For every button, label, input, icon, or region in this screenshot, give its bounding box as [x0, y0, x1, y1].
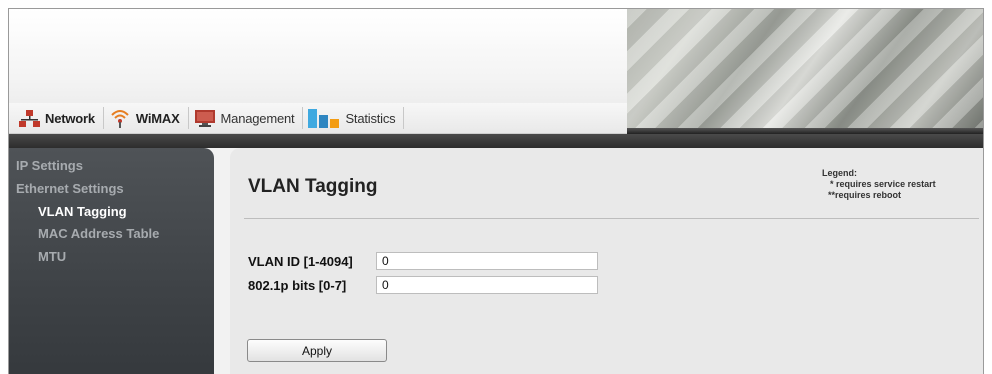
legend-single-star: * [830, 179, 834, 189]
tab-divider [187, 107, 189, 129]
vlan-id-label: VLAN ID [1-4094] [248, 254, 353, 269]
tab-network[interactable]: Network [15, 103, 101, 133]
page-title: VLAN Tagging [248, 176, 378, 197]
statistics-chart-icon [307, 107, 341, 129]
header-divider-band [9, 134, 983, 148]
sidebar: IP Settings Ethernet Settings VLAN Taggi… [9, 148, 214, 374]
tab-wimax-label: WiMAX [135, 110, 180, 126]
tab-divider [302, 107, 304, 129]
priority-bits-label: 802.1p bits [0-7] [248, 278, 347, 293]
tab-divider [403, 107, 405, 129]
header-banner-image [627, 9, 983, 134]
legend-heading: Legend: [822, 168, 857, 178]
tab-management[interactable]: Management [191, 103, 301, 133]
wimax-signal-icon [108, 107, 132, 129]
main-content: VLAN Tagging Legend: * requires service … [230, 148, 983, 374]
legend-double-star: ** [828, 190, 836, 200]
sidebar-item-ip-settings[interactable]: IP Settings [16, 158, 83, 173]
network-icon [17, 107, 41, 129]
tab-statistics-label: Statistics [345, 110, 396, 126]
sidebar-item-mtu[interactable]: MTU [38, 249, 66, 264]
legend: Legend: * requires service restart **req… [822, 168, 936, 201]
tab-network-label: Network [45, 110, 95, 126]
sidebar-item-ethernet-settings[interactable]: Ethernet Settings [16, 181, 124, 196]
apply-button[interactable]: Apply [247, 339, 387, 362]
tab-wimax[interactable]: WiMAX [106, 103, 186, 133]
legend-reboot-text: requires reboot [835, 190, 902, 200]
app-frame: Network WiMAX Management Statistics IP S… [8, 8, 984, 374]
main-tab-bar: Network WiMAX Management Statistics [9, 103, 627, 134]
tab-divider [102, 107, 104, 129]
tab-statistics[interactable]: Statistics [305, 103, 401, 133]
title-divider [244, 218, 979, 219]
tab-management-label: Management [220, 110, 295, 126]
priority-bits-input[interactable] [376, 276, 598, 294]
legend-restart-text: requires service restart [836, 179, 936, 189]
management-monitor-icon [193, 107, 217, 129]
vlan-id-input[interactable] [376, 252, 598, 270]
sidebar-item-vlan-tagging[interactable]: VLAN Tagging [38, 204, 127, 219]
sidebar-item-mac-address-table[interactable]: MAC Address Table [38, 226, 159, 241]
